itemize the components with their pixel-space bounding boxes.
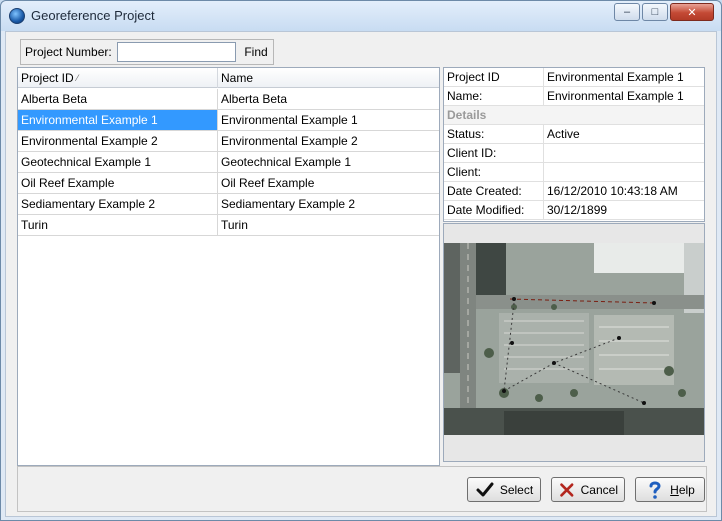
table-row[interactable]: Environmental Example 2 Environmental Ex… (18, 131, 439, 152)
detail-label: Project ID (444, 68, 544, 86)
cell-name: Oil Reef Example (221, 176, 315, 190)
table-row[interactable]: Turin Turin (18, 215, 439, 236)
detail-value: Environmental Example 1 (547, 70, 684, 84)
select-button-label: Select (499, 482, 534, 497)
detail-row-date-created: Date Created: 16/12/2010 10:43:18 AM (444, 182, 704, 201)
grid-header: Project ID ⁄ Name (18, 68, 439, 88)
cancel-button[interactable]: Cancel (551, 477, 625, 502)
column-header-project-id[interactable]: Project ID ⁄ (18, 68, 218, 88)
column-header-project-id-label: Project ID (21, 71, 74, 85)
detail-row-status: Status: Active (444, 125, 704, 144)
project-details-panel: Project ID Environmental Example 1 Name:… (443, 67, 705, 222)
project-number-label: Project Number: (25, 45, 112, 59)
dialog-window: Georeference Project ‒ □ ✕ Project Numbe… (0, 0, 722, 521)
cell-name: Alberta Beta (221, 92, 288, 106)
table-row[interactable]: Environmental Example 1 Environmental Ex… (18, 110, 439, 131)
cell-name: Sediamentary Example 2 (221, 197, 356, 211)
column-header-name[interactable]: Name (218, 68, 439, 88)
cancel-button-label: Cancel (580, 482, 618, 497)
select-button[interactable]: Select (467, 477, 541, 502)
detail-value: Environmental Example 1 (547, 89, 684, 103)
question-mark-icon (649, 481, 661, 499)
project-number-input[interactable] (117, 42, 236, 62)
help-button-label: Help (670, 483, 695, 497)
cell-project-id: Geotechnical Example 1 (18, 152, 218, 172)
title-bar[interactable]: Georeference Project ‒ □ ✕ (1, 1, 721, 31)
project-number-search: Project Number: Find (20, 39, 274, 65)
detail-label: Status: (444, 125, 544, 143)
help-label-rest: elp (678, 482, 695, 497)
detail-row-project-id: Project ID Environmental Example 1 (444, 68, 704, 87)
detail-row-client-id: Client ID: (444, 144, 704, 163)
minimize-button[interactable]: ‒ (614, 3, 640, 21)
project-grid: Project ID ⁄ Name Alberta Beta Alberta Be… (17, 67, 440, 466)
table-row[interactable]: Geotechnical Example 1 Geotechnical Exam… (18, 152, 439, 173)
details-section-header: Details (444, 106, 704, 125)
cell-name: Environmental Example 1 (221, 113, 358, 127)
find-button[interactable]: Find (240, 42, 272, 62)
detail-value (544, 144, 547, 162)
detail-value: Active (547, 127, 580, 141)
detail-value: 30/12/1899 (547, 203, 608, 217)
cell-project-id: Oil Reef Example (18, 173, 218, 193)
dialog-button-bar: Select Cancel Help (17, 466, 707, 512)
detail-label: Client ID: (444, 144, 544, 162)
window-title: Georeference Project (31, 8, 155, 23)
detail-label: Date Modified: (444, 201, 544, 219)
detail-label: Name: (444, 87, 544, 105)
table-row[interactable]: Sediamentary Example 2 Sediamentary Exam… (18, 194, 439, 215)
cell-name: Environmental Example 2 (221, 134, 358, 148)
cell-name: Turin (221, 218, 248, 232)
cross-icon (560, 482, 574, 497)
detail-label: Date Created: (444, 182, 544, 200)
cell-name: Geotechnical Example 1 (221, 155, 352, 169)
sort-ascending-icon: ⁄ (76, 73, 79, 83)
help-button[interactable]: Help (635, 477, 705, 502)
aerial-map-image (444, 243, 704, 435)
detail-value: 16/12/2010 10:43:18 AM (547, 184, 678, 198)
maximize-button[interactable]: □ (642, 3, 668, 21)
detail-value (544, 163, 547, 181)
close-button[interactable]: ✕ (670, 3, 714, 21)
detail-row-date-modified: Date Modified: 30/12/1899 (444, 201, 704, 220)
detail-row-name: Name: Environmental Example 1 (444, 87, 704, 106)
cell-project-id: Environmental Example 2 (18, 131, 218, 151)
table-row[interactable]: Alberta Beta Alberta Beta (18, 89, 439, 110)
cell-project-id: Turin (18, 215, 218, 235)
project-map-preview (443, 223, 705, 462)
detail-row-client: Client: (444, 163, 704, 182)
globe-icon (9, 8, 25, 24)
help-mnemonic: H (670, 482, 679, 497)
table-row[interactable]: Oil Reef Example Oil Reef Example (18, 173, 439, 194)
cell-project-id: Environmental Example 1 (18, 110, 218, 130)
cell-project-id: Sediamentary Example 2 (18, 194, 218, 214)
dialog-body: Project Number: Find Project ID ⁄ Name Al… (5, 31, 717, 517)
checkmark-icon (476, 482, 494, 496)
cell-project-id: Alberta Beta (18, 89, 218, 109)
detail-label: Client: (444, 163, 544, 181)
